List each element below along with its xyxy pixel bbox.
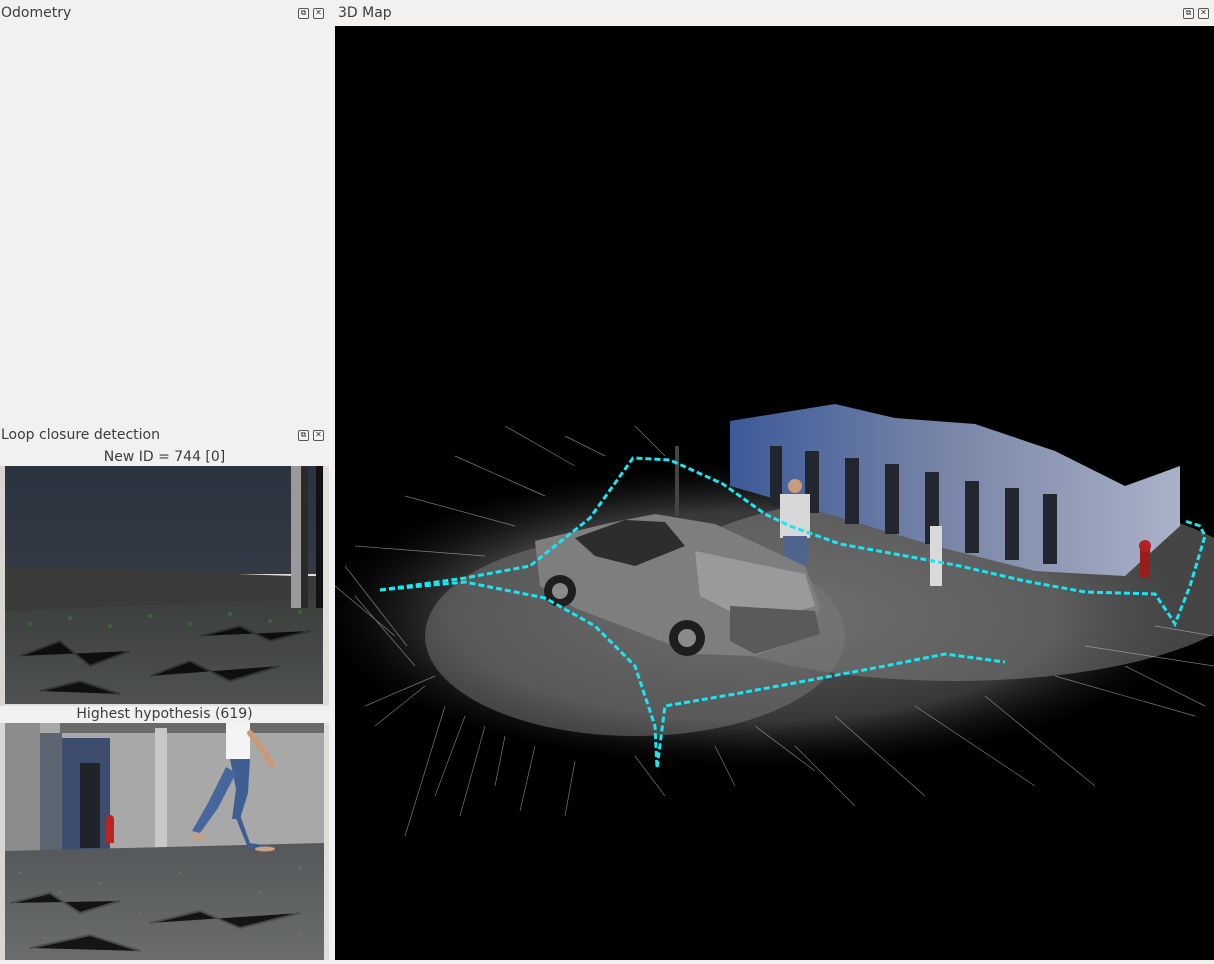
new-id-label: New ID = 744 [0] xyxy=(103,449,226,465)
odometry-view xyxy=(0,26,333,424)
3d-map-view[interactable] xyxy=(325,26,1214,960)
close-button[interactable]: ✕ xyxy=(313,7,324,19)
close-icon: ✕ xyxy=(1200,8,1207,17)
float-icon: ⧉ xyxy=(300,8,307,17)
hypothesis-label: Highest hypothesis (619) xyxy=(76,706,253,722)
odometry-title: Odometry xyxy=(1,5,72,21)
3d-map-title: 3D Map xyxy=(338,5,392,21)
close-button[interactable]: ✕ xyxy=(313,429,324,441)
close-button[interactable]: ✕ xyxy=(1198,7,1209,19)
close-icon: ✕ xyxy=(315,430,322,439)
3d-map-dock-buttons: ⧉ ✕ xyxy=(1183,0,1209,26)
float-button[interactable]: ⧉ xyxy=(298,7,309,19)
float-icon: ⧉ xyxy=(300,430,307,439)
close-icon: ✕ xyxy=(315,8,322,17)
hypothesis-image xyxy=(0,723,329,960)
loop-closure-title: Loop closure detection xyxy=(1,427,160,443)
float-icon: ⧉ xyxy=(1185,8,1192,17)
float-button[interactable]: ⧉ xyxy=(298,429,309,441)
odometry-dock-buttons: ⧉ ✕ xyxy=(298,0,324,26)
hypothesis-scene xyxy=(0,723,329,960)
3d-map-scene xyxy=(325,404,1214,837)
loop-closure-dock-buttons: ⧉ ✕ xyxy=(298,422,324,448)
float-button[interactable]: ⧉ xyxy=(1183,7,1194,19)
new-id-image xyxy=(0,466,329,706)
new-id-scene xyxy=(0,466,329,706)
